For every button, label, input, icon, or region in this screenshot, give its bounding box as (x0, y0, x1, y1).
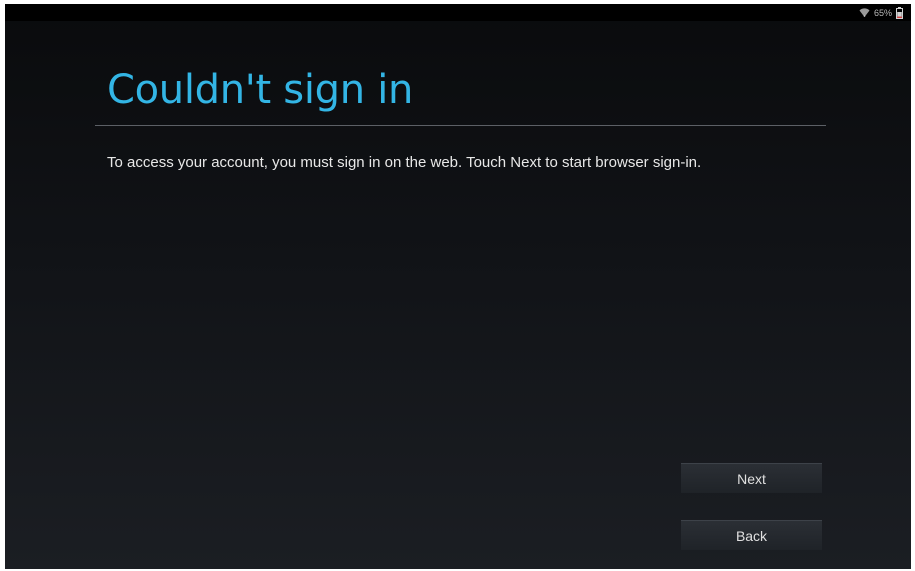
sign-in-message: To access your account, you must sign in… (107, 154, 702, 171)
next-button-label: Next (737, 470, 766, 487)
wifi-icon (859, 7, 870, 18)
back-button-label: Back (735, 527, 768, 544)
status-bar: 65% (5, 4, 911, 21)
screen: 65% Couldn't sign in To access your acco… (5, 4, 911, 569)
title-divider (95, 125, 826, 126)
battery-icon (896, 6, 903, 19)
battery-percentage: 65% (873, 7, 892, 18)
back-button[interactable]: Back (681, 520, 822, 550)
status-indicators: 65% (859, 6, 903, 19)
page-title: Couldn't sign in (107, 67, 414, 113)
next-button[interactable]: Next (681, 463, 822, 493)
